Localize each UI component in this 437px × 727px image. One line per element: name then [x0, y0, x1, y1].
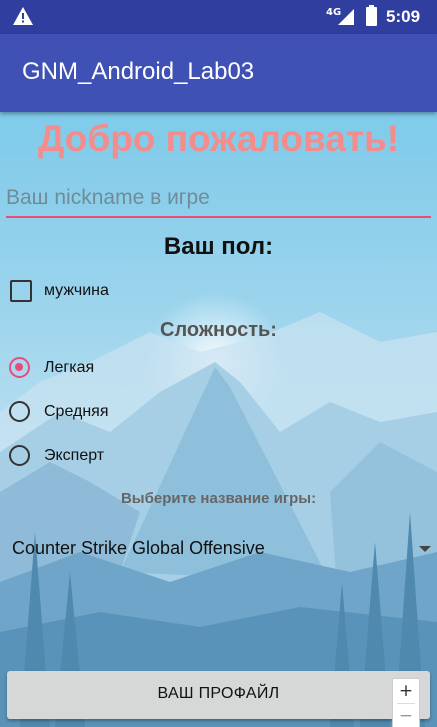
game-spinner-value: Counter Strike Global Offensive — [12, 538, 265, 558]
profile-button[interactable]: ВАШ ПРОФАЙЛ — [7, 671, 430, 719]
app-title: GNM_Android_Lab03 — [22, 58, 255, 85]
zoom-controls: + − — [392, 678, 420, 727]
zoom-in-button[interactable]: + — [393, 679, 419, 703]
zoom-out-button[interactable]: − — [393, 704, 419, 727]
radio-medium[interactable] — [9, 401, 30, 422]
welcome-heading: Добро пожаловать! — [37, 118, 400, 159]
radio-easy-label[interactable]: Легкая — [44, 359, 94, 377]
nickname-input[interactable]: Ваш nickname в игре — [6, 186, 210, 210]
radio-medium-label[interactable]: Средняя — [44, 403, 109, 421]
battery-icon — [366, 5, 377, 26]
male-checkbox[interactable] — [10, 280, 32, 302]
status-bar: 4G 5:09 — [0, 0, 437, 34]
clock: 5:09 — [386, 7, 421, 26]
radio-expert-label[interactable]: Эксперт — [44, 447, 104, 465]
main-content: Добро пожаловать! Ваш nickname в игре Ва… — [0, 112, 437, 727]
game-spinner[interactable]: Counter Strike Global Offensive — [0, 532, 437, 568]
radio-expert[interactable] — [9, 445, 30, 466]
radio-easy[interactable] — [9, 357, 30, 378]
difficulty-heading: Сложность: — [160, 319, 277, 341]
gender-heading: Ваш пол: — [163, 233, 274, 260]
warning-icon — [13, 7, 33, 25]
game-select-heading: Выберите название игры: — [120, 490, 317, 507]
dropdown-arrow-icon — [419, 546, 431, 552]
nickname-input-underline — [6, 216, 431, 218]
app-bar: GNM_Android_Lab03 — [0, 34, 437, 112]
signal-icon — [338, 9, 354, 25]
male-checkbox-label[interactable]: мужчина — [44, 282, 109, 300]
profile-button-label: ВАШ ПРОФАЙЛ — [157, 685, 280, 702]
